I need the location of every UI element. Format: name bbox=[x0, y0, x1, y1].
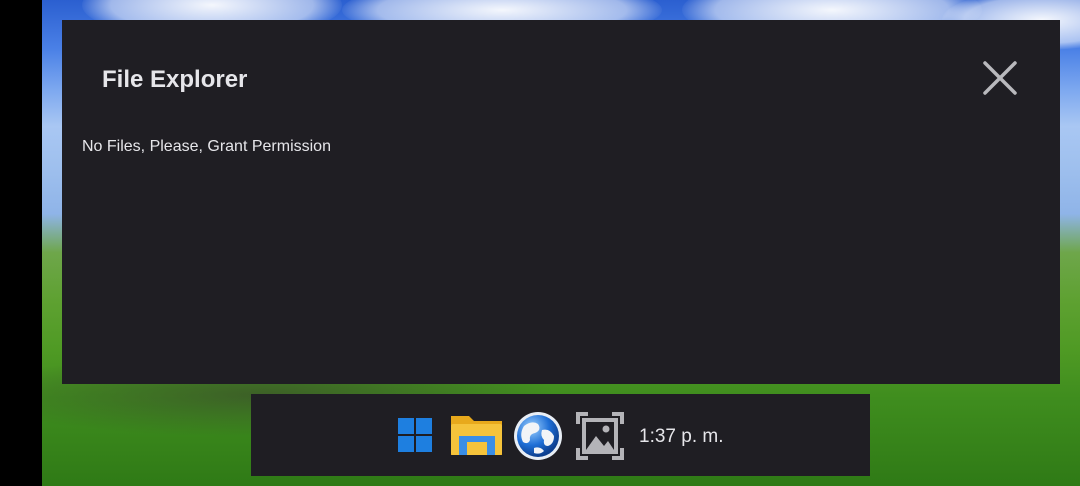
gallery-icon bbox=[576, 412, 624, 460]
browser-taskbar-button[interactable] bbox=[512, 410, 562, 460]
close-icon bbox=[983, 61, 1017, 95]
left-black-bar bbox=[0, 0, 42, 486]
gallery-taskbar-button[interactable] bbox=[574, 410, 624, 460]
taskbar-clock: 1:37 p. m. bbox=[639, 426, 724, 447]
window-title: File Explorer bbox=[102, 66, 248, 93]
close-button[interactable] bbox=[980, 58, 1020, 98]
no-files-message: No Files, Please, Grant Permission bbox=[82, 138, 331, 155]
browser-globe-icon bbox=[514, 412, 562, 460]
start-icon bbox=[398, 418, 432, 452]
start-button[interactable] bbox=[390, 410, 440, 460]
file-explorer-taskbar-button[interactable] bbox=[449, 410, 502, 460]
file-explorer-window: File Explorer No Files, Please, Grant Pe… bbox=[62, 20, 1060, 384]
file-explorer-icon bbox=[451, 416, 502, 455]
taskbar: 1:37 p. m. bbox=[251, 394, 870, 476]
